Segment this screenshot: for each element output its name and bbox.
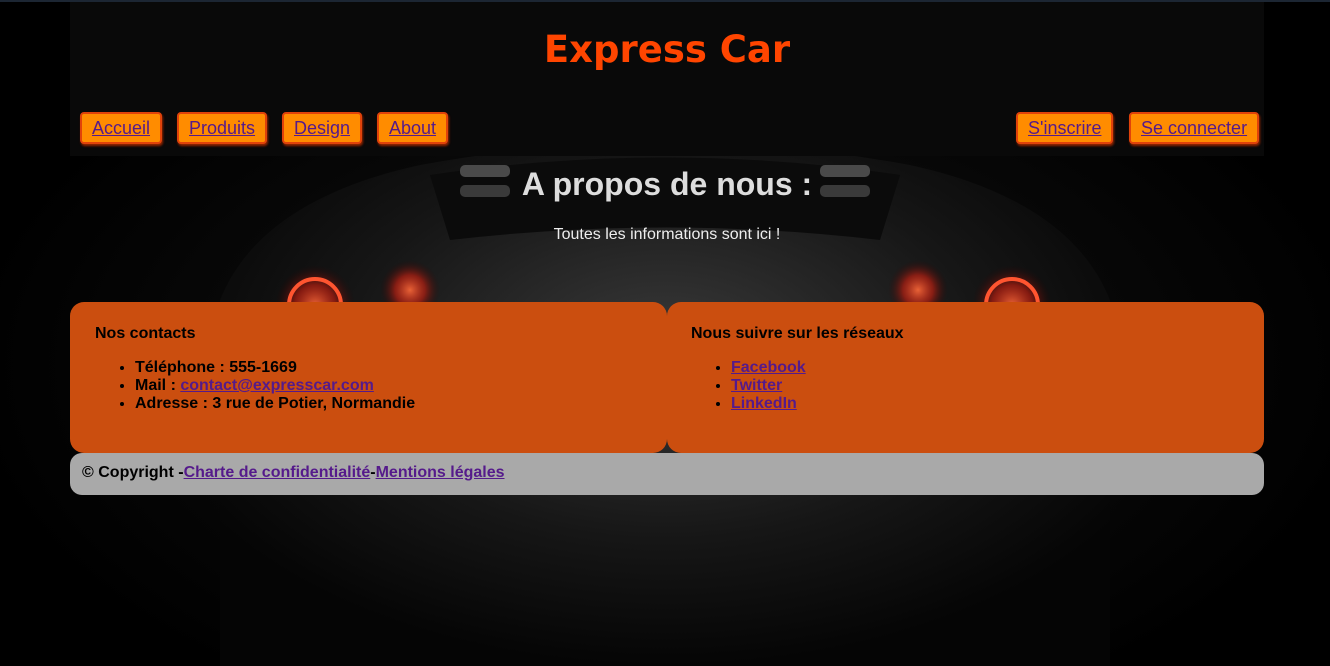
facebook-link[interactable]: Facebook xyxy=(731,359,806,376)
social-heading: Nous suivre sur les réseaux xyxy=(691,325,904,342)
twitter-link[interactable]: Twitter xyxy=(731,377,782,394)
site-brand-title: Express Car xyxy=(543,28,791,71)
about-subtitle: Toutes les informations sont ici ! xyxy=(553,226,781,243)
contact-mail: Mail : contact@expresscar.com xyxy=(135,377,415,395)
nav-accueil-link[interactable]: Accueil xyxy=(80,112,163,144)
nav-signup-link[interactable]: S'inscrire xyxy=(1016,112,1114,144)
site-footer: © Copyright -Charte de confidentialité-M… xyxy=(70,453,1264,495)
linkedin-link[interactable]: LinkedIn xyxy=(731,395,797,412)
page-container: Express Car Accueil Produits Design Abou… xyxy=(70,2,1264,495)
contact-phone: Téléphone : 555-1669 xyxy=(135,359,415,377)
contact-mail-label: Mail : xyxy=(135,377,181,394)
list-item: Twitter xyxy=(731,377,806,395)
site-header: Express Car Accueil Produits Design Abou… xyxy=(70,2,1264,156)
contact-address: Adresse : 3 rue de Potier, Normandie xyxy=(135,395,415,413)
contacts-panel: Nos contacts Téléphone : 555-1669 Mail :… xyxy=(70,302,667,453)
copyright-text: © Copyright - xyxy=(82,464,184,481)
list-item: Facebook xyxy=(731,359,806,377)
social-panel: Nous suivre sur les réseaux Facebook Twi… xyxy=(667,302,1264,453)
contact-mail-link[interactable]: contact@expresscar.com xyxy=(180,377,373,394)
contacts-list: Téléphone : 555-1669 Mail : contact@expr… xyxy=(115,359,415,413)
privacy-policy-link[interactable]: Charte de confidentialité xyxy=(184,464,371,481)
about-heading: A propos de nous : xyxy=(521,166,813,202)
nav-produits-link[interactable]: Produits xyxy=(177,112,268,144)
nav-design-link[interactable]: Design xyxy=(282,112,363,144)
contacts-heading: Nos contacts xyxy=(95,325,196,342)
nav-about-link[interactable]: About xyxy=(377,112,449,144)
list-item: LinkedIn xyxy=(731,395,806,413)
social-list: Facebook Twitter LinkedIn xyxy=(711,359,806,413)
legal-notice-link[interactable]: Mentions légales xyxy=(376,464,505,481)
nav-login-link[interactable]: Se connecter xyxy=(1129,112,1260,144)
